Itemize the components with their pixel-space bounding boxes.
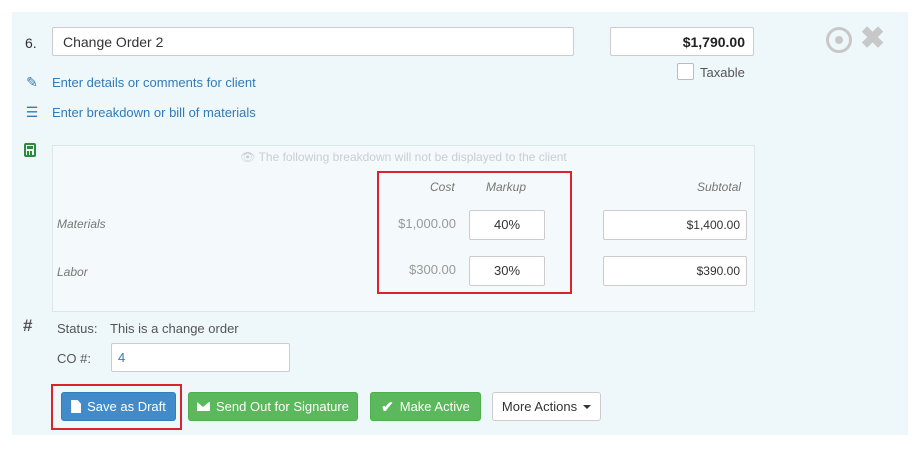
item-number: 6. xyxy=(25,35,37,51)
calculator-icon[interactable] xyxy=(24,143,36,157)
eye-slash-icon: 👁 xyxy=(240,150,256,164)
list-icon: ☰ xyxy=(25,104,39,120)
status-label: Status: xyxy=(57,321,98,336)
radio-target-icon[interactable] xyxy=(826,27,852,53)
edit-icon: ✎ xyxy=(26,74,38,90)
hash-icon: # xyxy=(23,316,33,335)
details-link[interactable]: ✎ Enter details or comments for client xyxy=(22,74,256,91)
details-link-label: Enter details or comments for client xyxy=(52,75,256,90)
save-highlight-box xyxy=(51,384,182,430)
item-price-input[interactable]: $1,790.00 xyxy=(610,27,754,56)
more-actions-button[interactable]: More Actions xyxy=(492,392,601,421)
taxable-checkbox[interactable] xyxy=(677,63,694,80)
notice-text: The following breakdown will not be disp… xyxy=(258,150,567,164)
close-icon[interactable]: ✖ xyxy=(860,22,885,56)
status-value: This is a change order xyxy=(110,321,239,336)
breakdown-link[interactable]: ☰ Enter breakdown or bill of materials xyxy=(22,104,256,121)
subtotal-labor: $390.00 xyxy=(603,256,747,286)
caret-down-icon xyxy=(583,404,592,409)
send-signature-label: Send Out for Signature xyxy=(216,399,349,414)
send-signature-button[interactable]: Send Out for Signature xyxy=(188,392,358,421)
check-icon: ✔ xyxy=(381,398,394,416)
subtotal-materials: $1,400.00 xyxy=(603,210,747,240)
make-active-label: Make Active xyxy=(399,399,470,414)
row-label-materials: Materials xyxy=(57,217,106,231)
subtotal-header: Subtotal xyxy=(697,180,742,194)
envelope-icon xyxy=(197,402,210,411)
co-number-label: CO #: xyxy=(57,351,91,366)
make-active-button[interactable]: ✔ Make Active xyxy=(370,392,481,421)
markup-highlight-box xyxy=(377,171,572,294)
taxable-label: Taxable xyxy=(700,65,745,80)
more-actions-label: More Actions xyxy=(501,399,578,414)
co-number-input[interactable]: 4 xyxy=(111,343,290,372)
breakdown-notice: 👁 The following breakdown will not be di… xyxy=(53,150,754,164)
item-name-input[interactable]: Change Order 2 xyxy=(52,27,574,56)
breakdown-link-label: Enter breakdown or bill of materials xyxy=(52,105,256,120)
row-label-labor: Labor xyxy=(57,265,88,279)
